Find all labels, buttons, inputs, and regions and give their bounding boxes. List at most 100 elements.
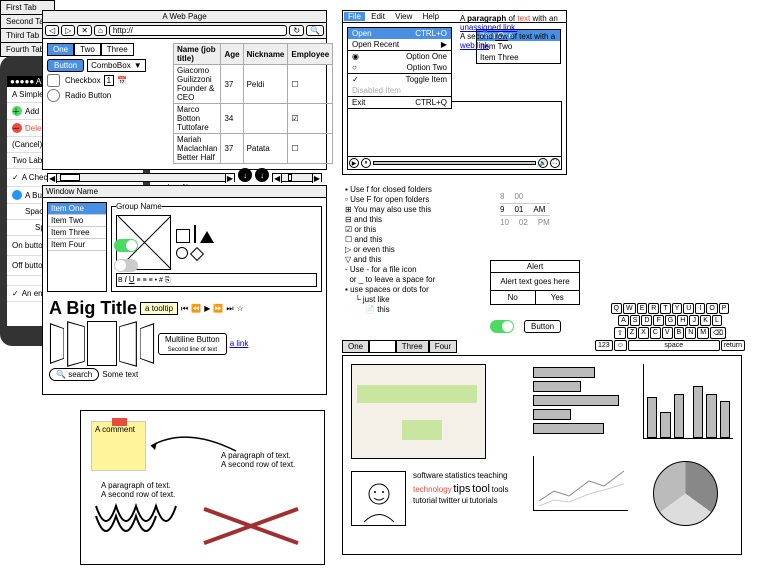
forward-icon[interactable]: ⏩ xyxy=(213,304,223,313)
numeric-stepper[interactable]: 1 xyxy=(104,75,114,86)
stop-icon[interactable]: ✕ xyxy=(77,25,92,36)
mi-toggle[interactable]: ✓ Toggle Item xyxy=(348,74,451,85)
btab-2[interactable]: Two xyxy=(369,340,396,353)
tree-item[interactable]: ▪ use spaces or dots for xyxy=(345,285,485,295)
time-picker[interactable]: 800 901AM 1002PM xyxy=(500,190,550,229)
rewind-icon[interactable]: ⏪ xyxy=(191,304,201,313)
key[interactable]: P xyxy=(719,303,730,314)
key[interactable]: O xyxy=(706,303,717,314)
tree-item[interactable]: ▪ Use f for closed folders xyxy=(345,185,485,195)
mi-exit[interactable]: ExitCTRL+Q xyxy=(348,97,451,108)
key[interactable]: R xyxy=(648,303,659,314)
shift-key[interactable]: ⇧ xyxy=(614,327,626,339)
coverflow[interactable] xyxy=(49,321,155,366)
key[interactable]: U xyxy=(683,303,694,314)
play-icon[interactable]: ▶ xyxy=(349,158,359,168)
toggle-switch[interactable] xyxy=(490,320,514,333)
tree-item[interactable]: ⊞ You may also use this xyxy=(345,205,485,215)
key[interactable]: Y xyxy=(672,303,683,314)
alert-yes-button[interactable]: Yes xyxy=(536,291,580,304)
sticky-note[interactable]: A comment xyxy=(91,421,146,471)
h-scrollbar[interactable] xyxy=(47,173,235,182)
menu-edit[interactable]: Edit xyxy=(367,12,389,21)
search-icon[interactable]: 🔍 xyxy=(306,25,324,36)
tree-item[interactable]: ▫ Use F for open folders xyxy=(345,195,485,205)
home-icon[interactable]: ⌂ xyxy=(94,25,107,36)
menu-view[interactable]: View xyxy=(391,12,416,21)
slider[interactable] xyxy=(272,173,322,182)
key[interactable]: Z xyxy=(627,327,637,339)
tree-item[interactable]: ▷ or even this xyxy=(345,245,485,255)
tree-item[interactable]: ☐ and this xyxy=(345,235,485,245)
key[interactable]: G xyxy=(665,315,676,326)
key[interactable]: M xyxy=(697,327,709,339)
key[interactable]: J xyxy=(689,315,699,326)
checkbox[interactable] xyxy=(47,74,60,87)
tree-item[interactable]: - Use - for a file icon xyxy=(345,265,485,275)
generic-button[interactable]: Button xyxy=(524,320,561,333)
tree-item[interactable]: ▽ and this xyxy=(345,255,485,265)
key[interactable]: K xyxy=(700,315,711,326)
volume-icon[interactable]: 🔊 xyxy=(538,158,548,168)
tree-item[interactable]: └ just like xyxy=(345,295,485,305)
tree-item[interactable]: ☑ or this xyxy=(345,225,485,235)
url-field[interactable]: http:// xyxy=(109,25,287,36)
th-age[interactable]: Age xyxy=(221,44,243,65)
list-item[interactable]: Item Two xyxy=(48,215,106,227)
pause-icon[interactable]: ⏸ xyxy=(361,158,371,168)
calendar-icon[interactable]: 📅 xyxy=(117,76,127,85)
back-icon[interactable]: ◁ xyxy=(45,25,59,36)
list-item[interactable]: Item Three xyxy=(477,52,560,63)
emoji-key[interactable]: ☺ xyxy=(614,340,627,351)
web-link[interactable]: web link xyxy=(460,41,489,50)
unassigned-link[interactable]: unassigned link. xyxy=(460,23,517,32)
list-item[interactable]: Item Three xyxy=(48,227,106,239)
btab-4[interactable]: Four xyxy=(429,340,457,353)
space-key[interactable]: space xyxy=(628,340,720,351)
mi-open[interactable]: OpenCTRL+O xyxy=(348,28,451,39)
list-item[interactable]: Item One xyxy=(48,203,106,215)
link[interactable]: a link xyxy=(230,339,249,348)
backspace-key[interactable]: ⌫ xyxy=(710,327,726,339)
star-icon[interactable]: ☆ xyxy=(237,304,244,313)
th-name[interactable]: Name (job title) xyxy=(174,44,221,65)
key[interactable]: A xyxy=(618,315,629,326)
prev-icon[interactable]: ⏮ xyxy=(181,304,188,314)
play-icon[interactable]: ▶ xyxy=(204,304,210,313)
tab-one[interactable]: One xyxy=(47,43,74,56)
list-item[interactable]: Item Four xyxy=(48,239,106,251)
mi-opt2[interactable]: ○ Option Two xyxy=(348,62,451,73)
tree-item[interactable]: 📄 this xyxy=(345,305,485,315)
map-widget[interactable] xyxy=(351,364,486,459)
mi-recent[interactable]: Open Recent▶ xyxy=(348,39,451,50)
primary-button[interactable]: Button xyxy=(47,59,84,72)
key[interactable]: I xyxy=(695,303,705,314)
forward-icon[interactable]: ▷ xyxy=(61,25,75,36)
multiline-button[interactable]: Multiline Button Second line of text xyxy=(158,333,227,355)
key[interactable]: N xyxy=(685,327,696,339)
btab-3[interactable]: Three xyxy=(396,340,429,353)
next-icon[interactable]: ⏭ xyxy=(226,304,233,314)
key[interactable]: C xyxy=(650,327,661,339)
download-icon-2[interactable]: ↓ xyxy=(255,168,269,182)
toggle-off[interactable] xyxy=(114,259,138,272)
download-icon[interactable]: ↓ xyxy=(238,168,252,182)
tab-two[interactable]: Two xyxy=(74,43,101,56)
btab-1[interactable]: One xyxy=(342,340,369,353)
key[interactable]: L xyxy=(712,315,722,326)
tree-item[interactable]: ⊟ and this xyxy=(345,215,485,225)
key[interactable]: W xyxy=(623,303,636,314)
key[interactable]: B xyxy=(674,327,685,339)
video-screen[interactable] xyxy=(348,102,561,157)
combobox[interactable]: ComboBox xyxy=(87,59,146,72)
toggle-on[interactable] xyxy=(114,239,138,252)
key[interactable]: D xyxy=(641,315,652,326)
search-field[interactable]: 🔍 search xyxy=(49,368,99,381)
th-nick[interactable]: Nickname xyxy=(243,44,288,65)
menu-file[interactable]: File xyxy=(344,12,365,21)
key[interactable]: S xyxy=(630,315,641,326)
fullscreen-icon[interactable]: ⛶ xyxy=(550,158,560,168)
th-emp[interactable]: Employee xyxy=(288,44,333,65)
listbox[interactable]: Item One Item Two Item Three Item Four xyxy=(47,202,107,292)
numbers-key[interactable]: 123 xyxy=(595,340,613,351)
